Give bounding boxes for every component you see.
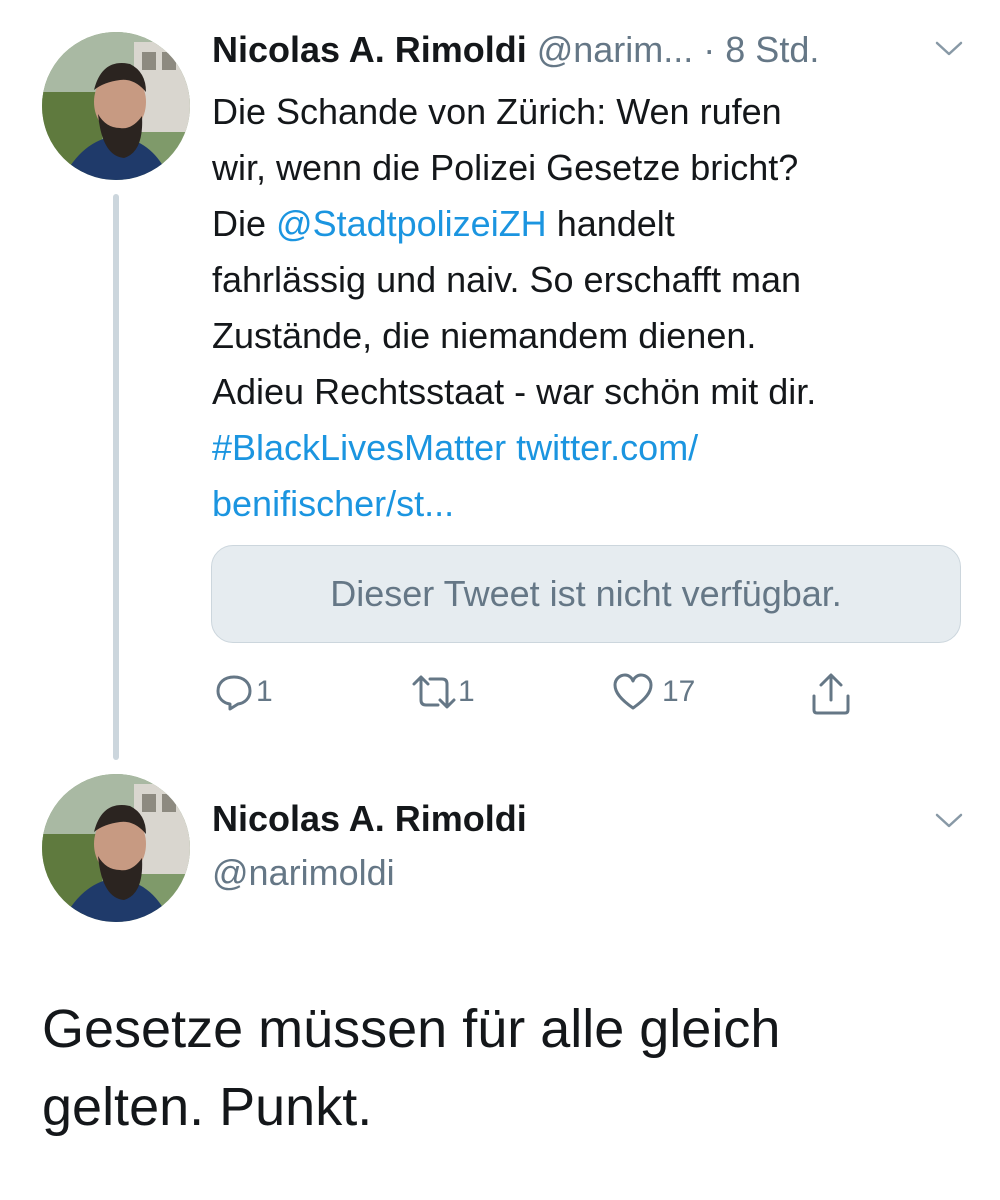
avatar[interactable] (42, 32, 190, 180)
tweet-text-segment: Die Schande von Zürich: Wen rufen (212, 91, 782, 132)
like-button[interactable]: 17 (612, 670, 695, 714)
author-name[interactable]: Nicolas A. Rimoldi (212, 29, 527, 71)
retweet-icon (412, 675, 456, 709)
tweet-link[interactable]: benifischer/st... (212, 483, 454, 524)
tweet-text-segment: fahrlässig und naiv. So erschafft man (212, 259, 801, 300)
author-handle[interactable]: @narimoldi (212, 852, 395, 894)
tweet-text-segment (506, 427, 516, 468)
share-button[interactable] (810, 672, 852, 716)
chevron-down-icon[interactable] (934, 40, 964, 58)
tweet-text-line: Zustände, die niemandem dienen. (212, 308, 972, 364)
tweet-text: Gesetze müssen für alle gleich gelten. P… (42, 990, 962, 1146)
tweet-text-line: Adieu Rechtsstaat - war schön mit dir. (212, 364, 972, 420)
author-name[interactable]: Nicolas A. Rimoldi (212, 798, 527, 840)
tweet-text-line: Gesetze müssen für alle gleich (42, 999, 781, 1059)
share-icon (812, 673, 850, 715)
tweet-text-line: wir, wenn die Polizei Gesetze bricht? (212, 140, 972, 196)
retweet-count: 1 (458, 675, 475, 708)
quoted-tweet-unavailable[interactable]: Dieser Tweet ist nicht verfügbar. (211, 545, 961, 643)
tweet-text-line: Die Schande von Zürich: Wen rufen (212, 84, 972, 140)
tweet-text-line: gelten. Punkt. (42, 1077, 373, 1137)
chevron-down-icon[interactable] (934, 812, 964, 830)
tweet-text-segment: Zustände, die niemandem dienen. (212, 315, 757, 356)
tweet-text-line: benifischer/st... (212, 476, 972, 532)
tweet-text-segment: wir, wenn die Polizei Gesetze bricht? (212, 147, 799, 188)
tweet-link[interactable]: @StadtpolizeiZH (276, 203, 547, 244)
tweet-link[interactable]: twitter.com/ (516, 427, 698, 468)
thread-line (113, 194, 119, 760)
reply-button[interactable]: 1 (214, 670, 273, 714)
reply-count: 1 (256, 675, 273, 708)
tweet-text-segment: handelt (546, 203, 675, 244)
tweet-text-line: fahrlässig und naiv. So erschafft man (212, 252, 972, 308)
author-handle[interactable]: @narim... (537, 29, 694, 71)
retweet-button[interactable]: 1 (410, 670, 475, 714)
unavailable-message: Dieser Tweet ist nicht verfügbar. (330, 573, 842, 614)
tweet-text: Die Schande von Zürich: Wen rufen wir, we… (212, 84, 972, 532)
tweet-link[interactable]: #BlackLivesMatter (212, 427, 506, 468)
tweet-text-segment: Die (212, 203, 277, 244)
tweet-text-segment: Adieu Rechtsstaat - war schön mit dir. (212, 371, 817, 412)
tweet-text-line: #BlackLivesMatter twitter.com/ (212, 420, 972, 476)
like-icon (613, 673, 653, 710)
tweet-timestamp[interactable]: · 8 Std. (703, 29, 819, 71)
tweet-text-line: Die @StadtpolizeiZH handelt (212, 196, 972, 252)
like-count: 17 (662, 675, 696, 708)
reply-icon (216, 675, 252, 711)
avatar[interactable] (42, 774, 190, 922)
